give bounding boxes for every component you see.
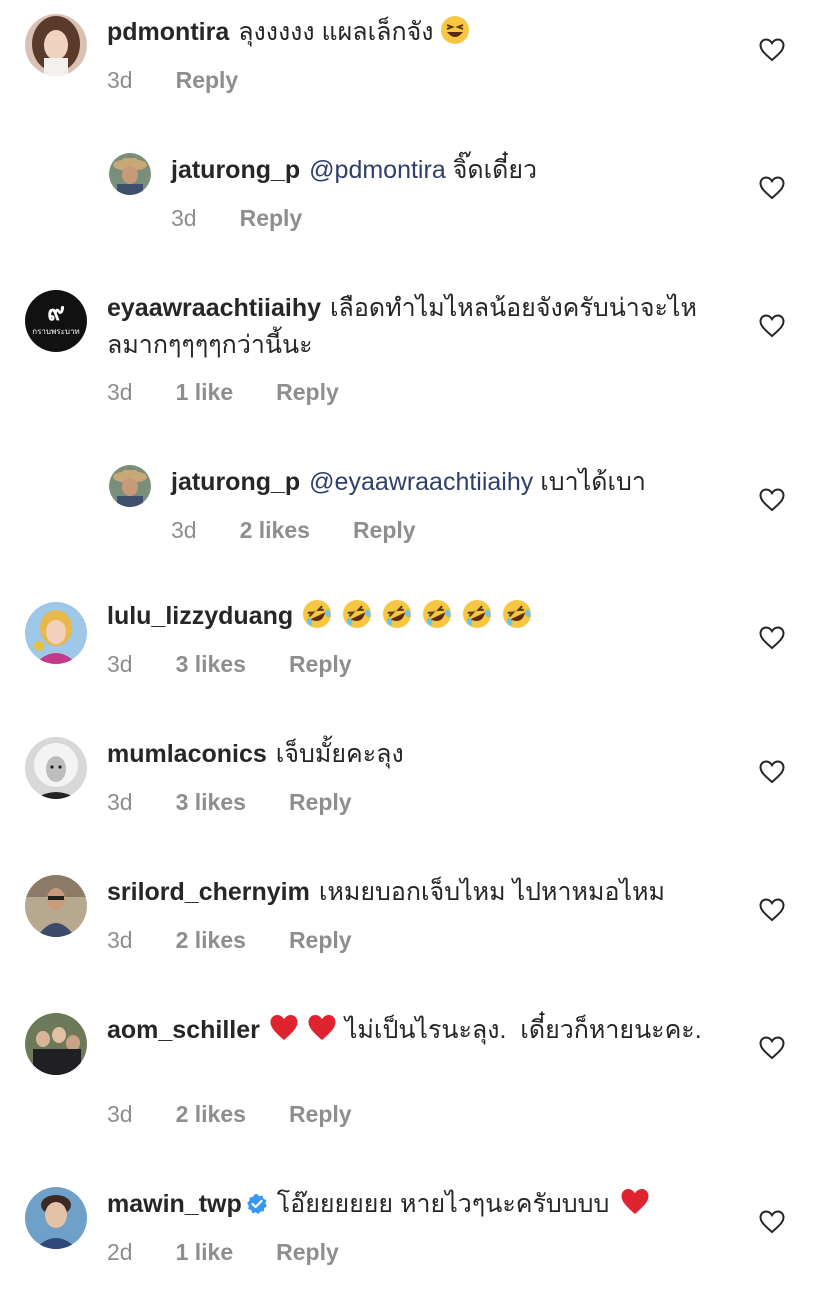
verified-badge-icon <box>246 1193 268 1215</box>
avatar[interactable] <box>109 465 151 507</box>
reply-button[interactable]: Reply <box>289 651 352 677</box>
avatar[interactable] <box>109 153 151 195</box>
avatar[interactable] <box>25 1187 87 1249</box>
avatar[interactable] <box>25 1013 87 1075</box>
reply-button[interactable]: Reply <box>289 927 352 953</box>
comment-text: mumlaconics เจ็บมั้ยคะลุง <box>107 736 727 773</box>
comment-time: 3d <box>107 651 133 677</box>
heart-outline-icon[interactable] <box>759 488 785 512</box>
comment-meta: 2d 1 like Reply <box>107 1239 382 1266</box>
comment-time: 3d <box>171 517 197 543</box>
comment-meta: 3d 1 like Reply <box>107 379 382 406</box>
comment-body: จิ๊ดเดี๋ยว <box>452 156 538 184</box>
comment-meta: 3d 2 likes Reply <box>171 517 459 544</box>
comment-meta: 3d Reply <box>107 67 281 94</box>
comment-username[interactable]: pdmontira <box>107 18 229 46</box>
reply-button[interactable]: Reply <box>289 789 352 815</box>
comment-body: ลุงงงงง แผลเล็กจัง <box>238 18 434 46</box>
reply-button[interactable]: Reply <box>353 517 416 543</box>
comment-text: mawin_twp โอ๊ยยยยยย หายไวๆนะครับบบบ <box>107 1186 727 1223</box>
avatar[interactable] <box>25 737 87 799</box>
red-heart-emoji-icon <box>269 1013 299 1043</box>
comment-username[interactable]: jaturong_p <box>171 468 300 496</box>
comment-body: โอ๊ยยยยยย หายไวๆนะครับบบบ <box>276 1190 610 1218</box>
rolling-on-floor-laughing-emoji-icon <box>302 599 332 629</box>
comment-username[interactable]: lulu_lizzyduang <box>107 602 293 630</box>
heart-outline-icon[interactable] <box>759 38 785 62</box>
reply-button[interactable]: Reply <box>176 67 239 93</box>
rolling-on-floor-laughing-emoji-icon <box>502 599 532 629</box>
avatar[interactable]: ๙กราบพระบาท <box>25 290 87 352</box>
mention-link[interactable]: @eyaawraachtiiaihy <box>309 468 533 496</box>
emoji-row <box>302 599 542 630</box>
avatar[interactable] <box>25 602 87 664</box>
grinning-squinting-emoji-icon <box>440 15 470 45</box>
comment-meta: 3d Reply <box>171 205 345 232</box>
comment-meta: 3d 2 likes Reply <box>107 1101 395 1128</box>
comment-time: 3d <box>107 67 133 93</box>
like-count[interactable]: 2 likes <box>176 927 246 953</box>
comment-meta: 3d 2 likes Reply <box>107 927 395 954</box>
comment-meta: 3d 3 likes Reply <box>107 789 395 816</box>
red-heart-emoji-icon <box>620 1187 650 1217</box>
rolling-on-floor-laughing-emoji-icon <box>342 599 372 629</box>
comment-time: 3d <box>107 1101 133 1127</box>
like-count[interactable]: 3 likes <box>176 651 246 677</box>
heart-outline-icon[interactable] <box>759 626 785 650</box>
rolling-on-floor-laughing-emoji-icon <box>422 599 452 629</box>
avatar-logo-text: กราบพระบาท <box>32 327 79 336</box>
comment-text: pdmontira ลุงงงงง แผลเล็กจัง <box>107 14 727 51</box>
comment-text: jaturong_p @eyaawraachtiiaihy เบาได้เบา <box>171 464 731 501</box>
reply-button[interactable]: Reply <box>276 1239 339 1265</box>
avatar[interactable] <box>25 14 87 76</box>
comment-meta: 3d 3 likes Reply <box>107 651 395 678</box>
comment-username[interactable]: eyaawraachtiiaihy <box>107 294 321 322</box>
rolling-on-floor-laughing-emoji-icon <box>462 599 492 629</box>
comment-time: 3d <box>107 789 133 815</box>
heart-outline-icon[interactable] <box>759 1210 785 1234</box>
comment-username[interactable]: srilord_chernyim <box>107 878 310 906</box>
like-count[interactable]: 1 like <box>176 1239 234 1265</box>
comment-body: เบาได้เบา <box>540 468 646 496</box>
comment-username[interactable]: mumlaconics <box>107 740 267 768</box>
red-heart-emoji-icon <box>307 1013 337 1043</box>
comment-username[interactable]: aom_schiller <box>107 1016 260 1044</box>
comment-text: eyaawraachtiiaihy เลือดทำไมไหลน้อยจังครับ… <box>107 290 727 364</box>
heart-outline-icon[interactable] <box>759 176 785 200</box>
comment-text: lulu_lizzyduang <box>107 598 727 635</box>
comment-text: jaturong_p @pdmontira จิ๊ดเดี๋ยว <box>171 152 731 189</box>
avatar[interactable] <box>25 875 87 937</box>
svg-text:๙: ๙ <box>47 298 65 326</box>
reply-button[interactable]: Reply <box>289 1101 352 1127</box>
heart-outline-icon[interactable] <box>759 1036 785 1060</box>
comment-text: srilord_chernyim เหมยบอกเจ็บไหม ไปหาหมอไห… <box>107 874 727 911</box>
comment-time: 3d <box>107 927 133 953</box>
reply-button[interactable]: Reply <box>276 379 339 405</box>
comment-time: 3d <box>107 379 133 405</box>
comment-time: 3d <box>171 205 197 231</box>
comment-body: เจ็บมั้ยคะลุง <box>275 740 404 768</box>
comment-body: ไม่เป็นไรนะลุง. เดี๋ยวก็หายนะคะ. <box>344 1016 702 1044</box>
comment-username[interactable]: mawin_twp <box>107 1190 242 1218</box>
comment-body: เหมยบอกเจ็บไหม ไปหาหมอไหม <box>318 878 666 906</box>
like-count[interactable]: 2 likes <box>176 1101 246 1127</box>
comment-username[interactable]: jaturong_p <box>171 156 300 184</box>
like-count[interactable]: 2 likes <box>240 517 310 543</box>
like-count[interactable]: 1 like <box>176 379 234 405</box>
mention-link[interactable]: @pdmontira <box>309 156 446 184</box>
comment-time: 2d <box>107 1239 133 1265</box>
heart-outline-icon[interactable] <box>759 314 785 338</box>
like-count[interactable]: 3 likes <box>176 789 246 815</box>
reply-button[interactable]: Reply <box>240 205 303 231</box>
heart-outline-icon[interactable] <box>759 760 785 784</box>
rolling-on-floor-laughing-emoji-icon <box>382 599 412 629</box>
comment-text: aom_schiller ไม่เป็นไรนะลุง. เดี๋ยวก็หายน… <box>107 1012 727 1049</box>
heart-outline-icon[interactable] <box>759 898 785 922</box>
